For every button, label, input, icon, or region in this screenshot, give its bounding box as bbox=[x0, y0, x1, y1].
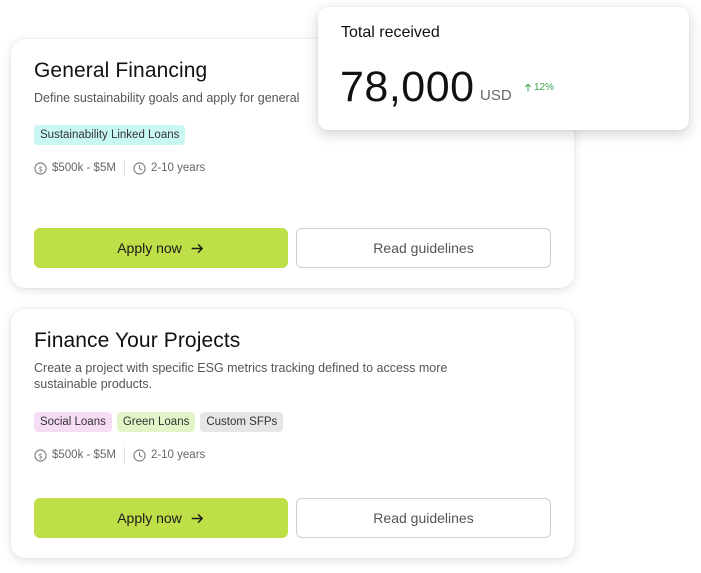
read-guidelines-button[interactable]: Read guidelines bbox=[296, 498, 551, 538]
arrow-right-icon bbox=[191, 243, 203, 253]
finance-projects-card: Finance Your Projects Create a project w… bbox=[11, 309, 574, 558]
total-received-value: 78,000 bbox=[340, 63, 475, 111]
amount-range: $ $500k - $5M bbox=[34, 448, 116, 462]
duration: 2-10 years bbox=[133, 448, 206, 462]
card-meta: $ $500k - $5M 2-10 years bbox=[34, 447, 205, 463]
amount-range: $ $500k - $5M bbox=[34, 161, 116, 175]
svg-text:$: $ bbox=[38, 451, 43, 460]
stage: General Financing Define sustainability … bbox=[0, 0, 701, 573]
amount-range-text: $500k - $5M bbox=[52, 449, 116, 461]
tag-custom-sfps: Custom SFPs bbox=[200, 412, 284, 432]
tag-green-loans: Green Loans bbox=[116, 412, 196, 432]
meta-divider bbox=[123, 447, 125, 463]
clock-icon bbox=[133, 161, 146, 175]
card-description: Create a project with specific ESG metri… bbox=[34, 361, 448, 391]
read-guidelines-label: Read guidelines bbox=[373, 240, 474, 256]
read-guidelines-label: Read guidelines bbox=[373, 510, 474, 526]
apply-now-label: Apply now bbox=[117, 510, 182, 526]
apply-now-button[interactable]: Apply now bbox=[34, 228, 288, 268]
apply-now-button[interactable]: Apply now bbox=[34, 498, 288, 538]
change-indicator: 12% bbox=[524, 82, 554, 93]
total-received-card: Total received 78,000 USD 12% bbox=[318, 7, 689, 130]
arrow-right-icon bbox=[191, 513, 203, 523]
meta-divider bbox=[123, 160, 125, 176]
read-guidelines-button[interactable]: Read guidelines bbox=[296, 228, 551, 268]
dollar-coin-icon: $ bbox=[34, 448, 47, 462]
tag-list: Sustainability Linked Loans bbox=[34, 125, 186, 145]
clock-icon bbox=[133, 448, 146, 462]
apply-now-label: Apply now bbox=[117, 240, 182, 256]
dollar-coin-icon: $ bbox=[34, 161, 47, 175]
duration-text: 2-10 years bbox=[150, 162, 206, 174]
tag-list: Social Loans Green Loans Custom SFPs bbox=[34, 412, 284, 432]
total-received-label: Total received bbox=[341, 24, 440, 41]
svg-text:$: $ bbox=[38, 164, 43, 173]
amount-range-text: $500k - $5M bbox=[52, 162, 116, 174]
change-percent: 12% bbox=[534, 82, 555, 93]
currency-unit: USD bbox=[480, 87, 512, 104]
card-title: General Financing bbox=[34, 59, 208, 82]
tag-social-loans: Social Loans bbox=[34, 412, 112, 432]
duration-text: 2-10 years bbox=[150, 449, 206, 461]
arrow-up-icon bbox=[524, 83, 532, 92]
duration: 2-10 years bbox=[133, 161, 206, 175]
tag-sustainability-linked-loans: Sustainability Linked Loans bbox=[34, 125, 186, 145]
card-title: Finance Your Projects bbox=[34, 329, 241, 352]
card-meta: $ $500k - $5M 2-10 years bbox=[34, 160, 205, 176]
